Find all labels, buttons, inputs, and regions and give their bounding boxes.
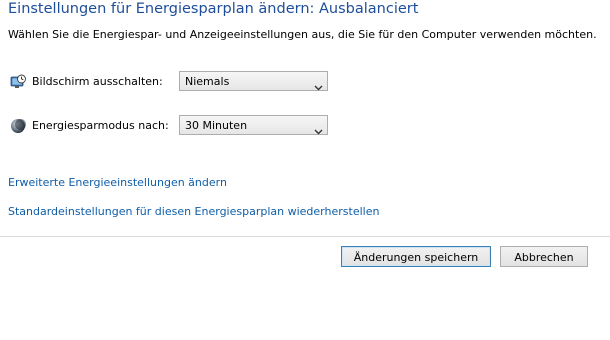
monitor-clock-icon [10, 74, 26, 90]
page-title: Einstellungen für Energiesparplan ändern… [8, 1, 419, 17]
display-off-select[interactable]: Niemals [179, 71, 328, 91]
save-changes-button[interactable]: Änderungen speichern [341, 246, 491, 267]
sleep-select-value: 30 Minuten [185, 119, 248, 132]
divider [0, 236, 610, 237]
setting-row-display-off: Bildschirm ausschalten: Niemals [8, 71, 338, 93]
display-off-label: Bildschirm ausschalten: [32, 75, 163, 88]
sleep-select[interactable]: 30 Minuten [179, 115, 328, 135]
setting-row-sleep: Energiesparmodus nach: 30 Minuten [8, 115, 338, 137]
chevron-down-icon [314, 121, 323, 135]
page-description: Wählen Sie die Energiespar- und Anzeigee… [8, 28, 597, 41]
cancel-button[interactable]: Abbrechen [500, 246, 588, 267]
restore-defaults-link[interactable]: Standardeinstellungen für diesen Energie… [8, 205, 379, 218]
chevron-down-icon [314, 77, 323, 91]
power-plan-settings-page: Einstellungen für Energiesparplan ändern… [0, 0, 610, 340]
moon-icon [10, 118, 26, 134]
display-off-select-value: Niemals [185, 75, 230, 88]
sleep-label: Energiesparmodus nach: [32, 119, 169, 132]
advanced-settings-link[interactable]: Erweiterte Energieeinstellungen ändern [8, 176, 227, 189]
